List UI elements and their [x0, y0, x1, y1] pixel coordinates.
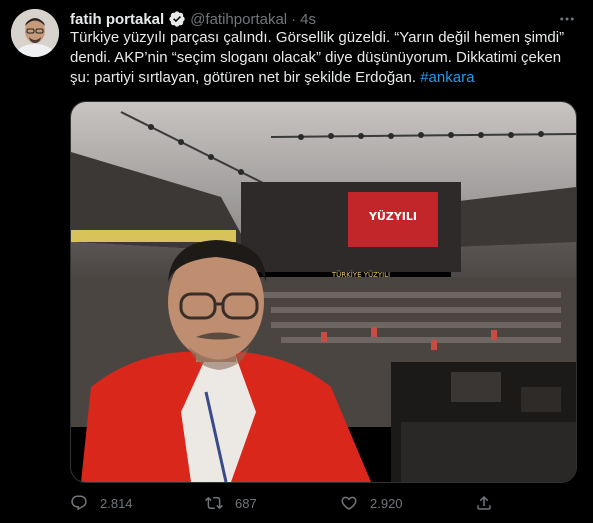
- tweet[interactable]: fatih portakal @fatihportakal · 4s Türki…: [0, 0, 593, 523]
- retweet-button[interactable]: 687: [205, 491, 257, 515]
- header-separator: ·: [291, 10, 297, 28]
- arena-selfie-photo: YÜZYILI TÜRKİYE YÜZYILI: [71, 102, 576, 482]
- share-button[interactable]: [475, 491, 493, 515]
- tweet-text-line: Türkiye yüzyılı parçası çalındı. Görsell…: [70, 29, 565, 46]
- retweet-icon: [205, 496, 223, 510]
- tweet-text: Türkiye yüzyılı parçası çalındı. Görsell…: [70, 28, 580, 88]
- tweet-header: fatih portakal @fatihportakal · 4s: [70, 9, 316, 29]
- more-icon[interactable]: [555, 9, 579, 29]
- tweet-actions: 2.814 687 2.920: [70, 491, 493, 515]
- hashtag-link[interactable]: #ankara: [420, 69, 474, 86]
- reply-button[interactable]: 2.814: [70, 491, 133, 515]
- retweet-count: 687: [235, 495, 257, 511]
- avatar[interactable]: [11, 9, 59, 57]
- tweet-text-line: dendi. AKP’nin “seçim sloganı olacak” di…: [70, 49, 562, 66]
- tweet-text-line: şu: partiyi sırtlayan, götüren net bir ş…: [70, 68, 580, 88]
- verified-badge-icon: [168, 10, 186, 28]
- like-icon: [341, 496, 357, 510]
- screen-text: YÜZYILI: [368, 209, 417, 223]
- author-name[interactable]: fatih portakal: [70, 11, 164, 28]
- like-button[interactable]: 2.920: [340, 491, 403, 515]
- reply-count: 2.814: [100, 495, 133, 511]
- share-icon: [477, 495, 491, 510]
- tweet-text-segment: şu: partiyi sırtlayan, götüren net bir ş…: [70, 69, 417, 86]
- like-count: 2.920: [370, 495, 403, 511]
- tweet-timestamp[interactable]: 4s: [300, 11, 316, 28]
- avatar-image: [11, 9, 59, 57]
- author-handle[interactable]: @fatihportakal: [190, 11, 287, 28]
- tweet-photo[interactable]: YÜZYILI TÜRKİYE YÜZYILI: [70, 101, 577, 483]
- reply-icon: [71, 495, 87, 511]
